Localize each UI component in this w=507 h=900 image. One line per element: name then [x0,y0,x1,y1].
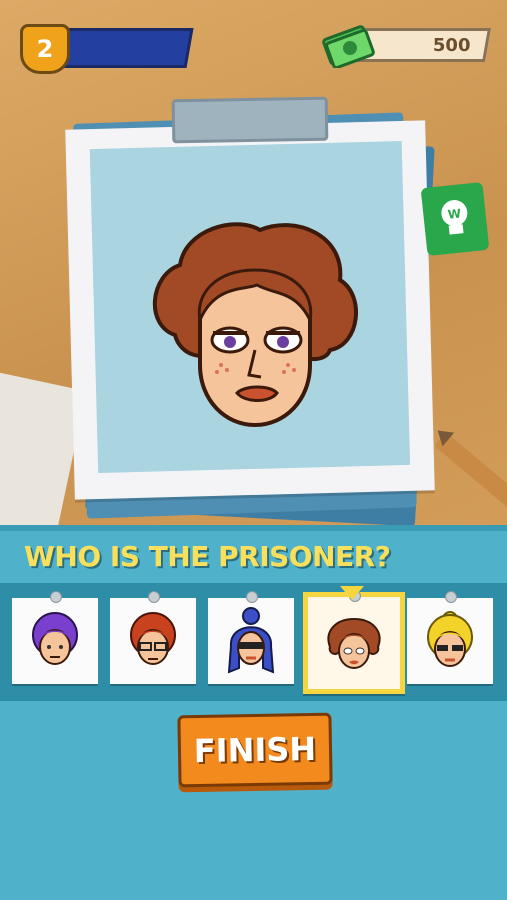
suspect-card-selected[interactable] [303,590,405,694]
finish-label: FINISH [193,729,317,771]
pin-icon [246,591,258,603]
suspect-face-red-glasses [130,612,176,665]
pin-icon [50,591,62,603]
level-number: 2 [36,35,54,63]
paper-clip [171,96,329,144]
shield-badge-icon: 2 [20,24,70,74]
answer-panel [0,525,507,900]
money-counter: 500 [357,28,491,62]
cash-stack-icon [322,25,375,68]
prisoner-face [152,222,358,428]
suspect-face-purple [32,612,78,665]
pin-icon [445,591,457,603]
question-text: WHO IS THE PRISONER? [24,540,391,573]
suspect-card[interactable] [110,591,196,684]
lightbulb-hint-icon: W [441,200,468,235]
suspect-face-blue-sunglasses [227,607,275,674]
suspect-face-yellow-sunglasses [427,611,473,667]
finish-button[interactable]: FINISH [177,712,333,788]
pin-icon [148,591,160,603]
suspect-card[interactable] [12,591,98,684]
svg-text:W: W [447,206,462,221]
money-amount: 500 [433,34,471,56]
hint-button[interactable]: W [420,181,490,257]
selection-indicator-icon [340,586,364,600]
suspect-card[interactable] [407,591,493,684]
answer-panel-edge [0,525,507,531]
suspect-card[interactable] [208,591,294,684]
suspect-face-brown-curly [327,617,381,669]
level-progress-bar [52,28,194,68]
